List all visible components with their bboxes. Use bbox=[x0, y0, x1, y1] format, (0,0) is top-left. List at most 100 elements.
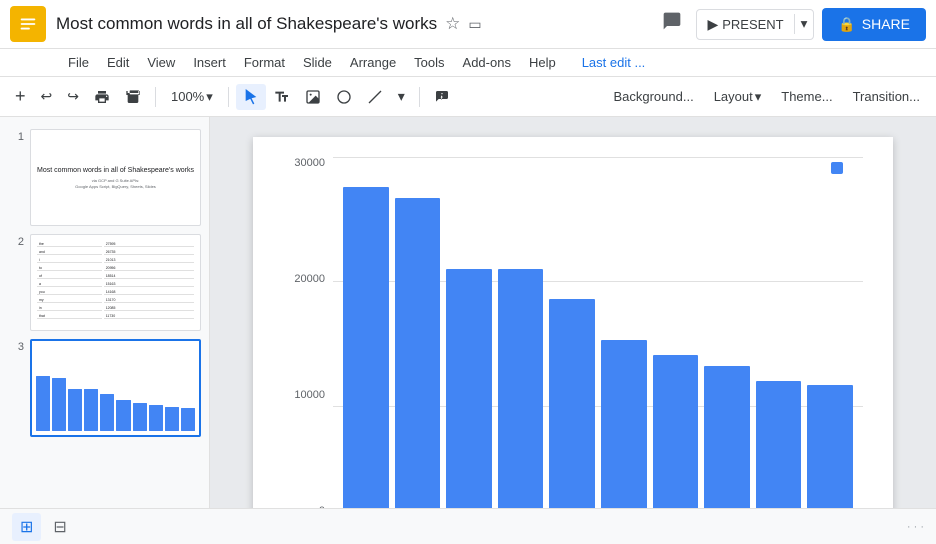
slide-thumb-2[interactable]: the27595 and26735 i21013 to20956 of18514… bbox=[30, 234, 201, 331]
lock-icon: 🔒 bbox=[838, 16, 855, 33]
slide-thumb-3[interactable] bbox=[30, 339, 201, 437]
bar-of bbox=[549, 299, 595, 508]
chart-legend-dot bbox=[831, 162, 843, 174]
y-label-20000: 20000 bbox=[294, 273, 325, 285]
zoom-label: 100% bbox=[171, 89, 204, 104]
mini-bar bbox=[181, 408, 195, 431]
y-axis: 30000 20000 10000 0 bbox=[283, 157, 333, 508]
bar-group-i bbox=[446, 157, 492, 508]
slide2-table: the27595 and26735 i21013 to20956 of18514… bbox=[35, 239, 196, 321]
slide1-subtitle: via GCP and G Suite APIs:Google Apps Scr… bbox=[75, 178, 156, 189]
comment-button[interactable] bbox=[656, 7, 688, 41]
bar-that bbox=[807, 385, 853, 508]
app-icon bbox=[10, 6, 46, 42]
mini-bar bbox=[36, 376, 50, 431]
menu-tools[interactable]: Tools bbox=[406, 51, 452, 74]
mini-bar bbox=[100, 394, 114, 431]
bar-the bbox=[343, 187, 389, 508]
bar-group-a bbox=[601, 157, 647, 508]
more-tools-dropdown[interactable]: ▾ bbox=[391, 83, 412, 110]
star-icon[interactable]: ☆ bbox=[445, 14, 460, 34]
share-label: SHARE bbox=[862, 16, 910, 32]
bar-group-of bbox=[549, 157, 595, 508]
zoom-dropdown[interactable]: 100% ▾ bbox=[163, 84, 221, 110]
bar-chart bbox=[333, 157, 863, 508]
scroll-dots: · · · bbox=[907, 521, 924, 533]
layout-button[interactable]: Layout ▾ bbox=[706, 84, 770, 110]
slide-canvas[interactable]: 30000 20000 10000 0 bbox=[253, 137, 893, 508]
bar-group-my bbox=[704, 157, 750, 508]
theme-button[interactable]: Theme... bbox=[773, 84, 840, 109]
filmstrip-view-button[interactable]: ⊞ bbox=[12, 513, 41, 541]
share-button[interactable]: 🔒 SHARE bbox=[822, 8, 926, 41]
chart-container: 30000 20000 10000 0 bbox=[283, 157, 863, 508]
background-button[interactable]: Background... bbox=[605, 84, 701, 109]
y-label-10000: 10000 bbox=[294, 389, 325, 401]
bar-my bbox=[704, 366, 750, 508]
content-area: 30000 20000 10000 0 bbox=[210, 117, 936, 508]
bar-group-that bbox=[807, 157, 853, 508]
slide-item-1[interactable]: 1 Most common words in all of Shakespear… bbox=[0, 125, 209, 230]
present-dropdown[interactable]: ▾ bbox=[795, 10, 814, 38]
last-edit[interactable]: Last edit ... bbox=[574, 51, 654, 74]
slide-thumb-1[interactable]: Most common words in all of Shakespeare'… bbox=[30, 129, 201, 226]
bar-i bbox=[446, 269, 492, 508]
slide-number-2: 2 bbox=[8, 234, 24, 248]
print-button[interactable] bbox=[87, 84, 117, 110]
menu-arrange[interactable]: Arrange bbox=[342, 51, 404, 74]
menu-insert[interactable]: Insert bbox=[185, 51, 234, 74]
bar-to bbox=[498, 269, 544, 508]
mini-bar bbox=[133, 403, 147, 431]
shape-tool[interactable] bbox=[329, 84, 359, 110]
select-tool[interactable] bbox=[236, 84, 266, 110]
menu-format[interactable]: Format bbox=[236, 51, 293, 74]
mini-bar bbox=[116, 400, 130, 431]
present-label: PRESENT bbox=[722, 17, 783, 32]
menu-edit[interactable]: Edit bbox=[99, 51, 137, 74]
menu-slide[interactable]: Slide bbox=[295, 51, 340, 74]
bars-area bbox=[333, 157, 863, 508]
grid-view-button[interactable]: ⊟ bbox=[45, 513, 74, 541]
mini-bar bbox=[52, 378, 66, 432]
slide-item-2[interactable]: 2 the27595 and26735 i21013 to20956 of185… bbox=[0, 230, 209, 335]
present-button[interactable]: ▶ PRESENT bbox=[697, 10, 793, 39]
add-button[interactable]: + bbox=[8, 81, 33, 112]
title-text: Most common words in all of Shakespeare'… bbox=[56, 14, 437, 34]
undo-button[interactable]: ↩ bbox=[34, 83, 60, 110]
mini-bar bbox=[68, 389, 82, 431]
add-comment-button[interactable] bbox=[427, 84, 457, 110]
zoom-dropdown-icon: ▾ bbox=[206, 89, 213, 105]
mini-bar bbox=[165, 407, 179, 431]
menu-file[interactable]: File bbox=[60, 51, 97, 74]
slide-item-3[interactable]: 3 bbox=[0, 335, 209, 441]
present-icon: ▶ bbox=[707, 16, 718, 33]
slide-panel: 1 Most common words in all of Shakespear… bbox=[0, 117, 210, 508]
document-title: Most common words in all of Shakespeare'… bbox=[56, 14, 646, 34]
transition-button[interactable]: Transition... bbox=[845, 84, 928, 109]
mini-bar bbox=[149, 405, 163, 431]
bar-group-in bbox=[756, 157, 802, 508]
paint-format-button[interactable] bbox=[118, 84, 148, 110]
slide1-title: Most common words in all of Shakespeare'… bbox=[37, 166, 194, 175]
textbox-tool[interactable] bbox=[267, 84, 297, 110]
bar-you bbox=[653, 355, 699, 508]
bar-group-you bbox=[653, 157, 699, 508]
y-label-30000: 30000 bbox=[294, 157, 325, 169]
folder-icon[interactable]: ▭ bbox=[468, 16, 481, 33]
bar-a bbox=[601, 340, 647, 508]
mini-bar bbox=[84, 389, 98, 431]
y-label-0: 0 bbox=[319, 505, 325, 508]
bar-group-the bbox=[343, 157, 389, 508]
menu-view[interactable]: View bbox=[139, 51, 183, 74]
redo-button[interactable]: ↪ bbox=[60, 83, 86, 110]
line-tool[interactable] bbox=[360, 84, 390, 110]
bar-group-and bbox=[395, 157, 441, 508]
bar-group-to bbox=[498, 157, 544, 508]
bar-and bbox=[395, 198, 441, 508]
menu-addons[interactable]: Add-ons bbox=[455, 51, 519, 74]
slide-number-1: 1 bbox=[8, 129, 24, 143]
slide-number-3: 3 bbox=[8, 339, 24, 353]
image-tool[interactable] bbox=[298, 84, 328, 110]
menu-help[interactable]: Help bbox=[521, 51, 564, 74]
bar-in bbox=[756, 381, 802, 508]
